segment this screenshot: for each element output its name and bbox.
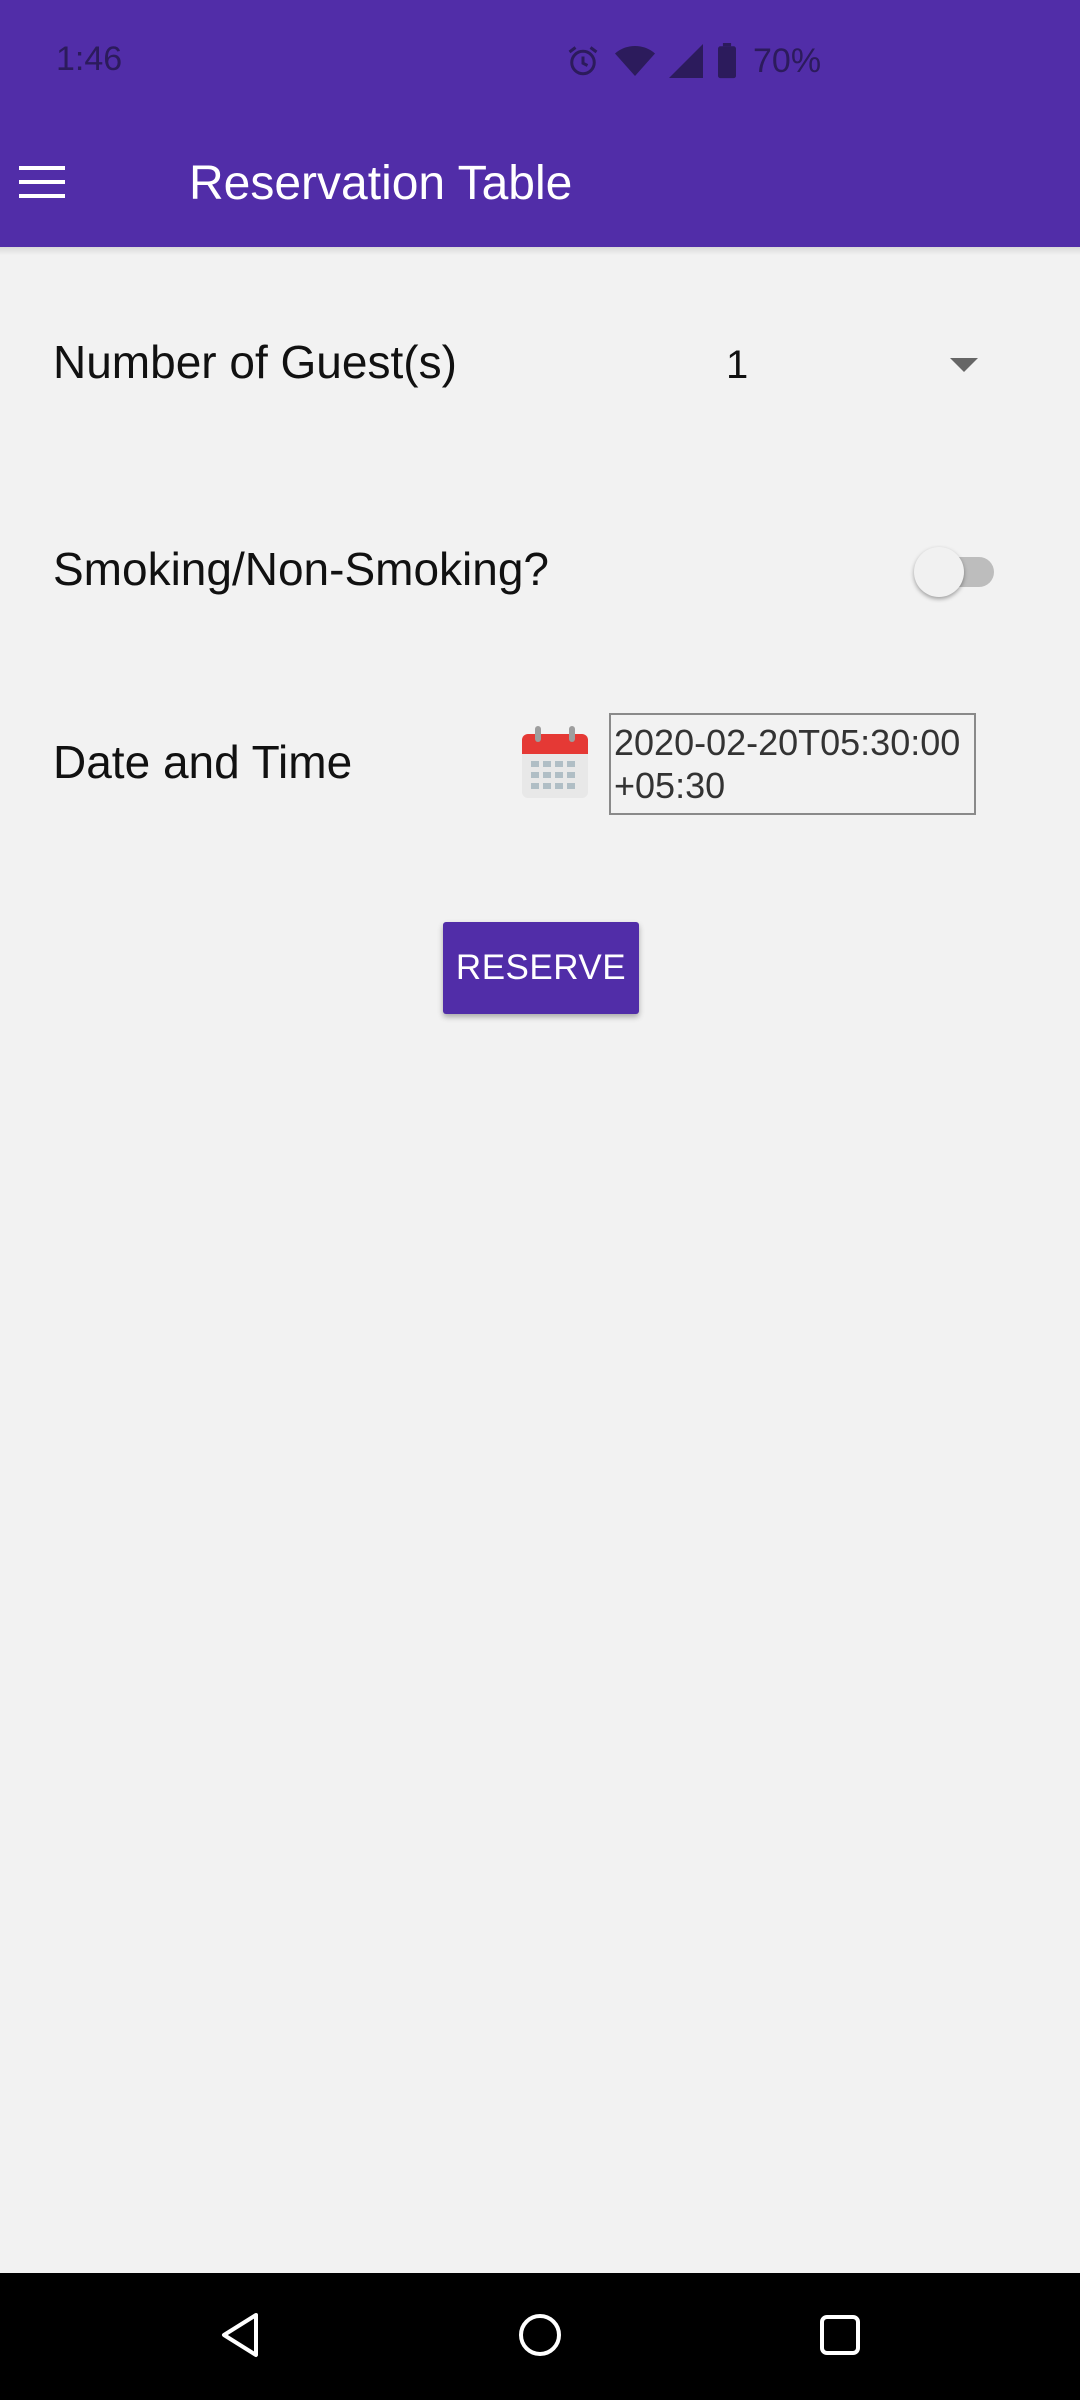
back-button[interactable] — [208, 2305, 272, 2369]
dropdown-arrow-icon — [950, 358, 978, 372]
calendar-button[interactable] — [520, 724, 590, 802]
wifi-icon — [615, 44, 655, 78]
signal-icon — [669, 44, 703, 78]
home-icon — [517, 2312, 563, 2363]
smoking-toggle[interactable] — [912, 545, 1002, 597]
recents-icon — [818, 2313, 862, 2362]
home-button[interactable] — [508, 2305, 572, 2369]
screen: 1:46 70% Reservation Table Number of Gue… — [0, 0, 1080, 2400]
battery-icon — [717, 43, 737, 79]
status-time: 1:46 — [56, 40, 123, 78]
hamburger-menu-icon — [15, 164, 65, 205]
guests-label: Number of Guest(s) — [53, 336, 457, 388]
datetime-field[interactable]: 2020-02-20T05:30:00+05:30 — [609, 713, 976, 815]
page-title: Reservation Table — [189, 157, 573, 210]
app-bar: Reservation Table — [0, 122, 1080, 247]
toggle-thumb — [914, 547, 964, 597]
menu-button[interactable] — [0, 144, 80, 224]
status-bar: 1:46 70% — [0, 0, 1080, 122]
back-icon — [218, 2311, 262, 2364]
alarm-icon — [565, 43, 601, 79]
app-bar-shadow — [0, 247, 1080, 255]
battery-percentage: 70% — [753, 41, 822, 80]
status-icons: 70% — [565, 38, 821, 84]
smoking-label: Smoking/Non-Smoking? — [53, 543, 550, 595]
guests-dropdown[interactable]: 1 — [700, 320, 1000, 410]
recents-button[interactable] — [808, 2305, 872, 2369]
guests-value: 1 — [726, 342, 749, 387]
datetime-label: Date and Time — [53, 736, 353, 788]
calendar-icon — [520, 726, 590, 806]
navigation-bar — [0, 2273, 1080, 2400]
reserve-button[interactable]: RESERVE — [443, 922, 639, 1014]
